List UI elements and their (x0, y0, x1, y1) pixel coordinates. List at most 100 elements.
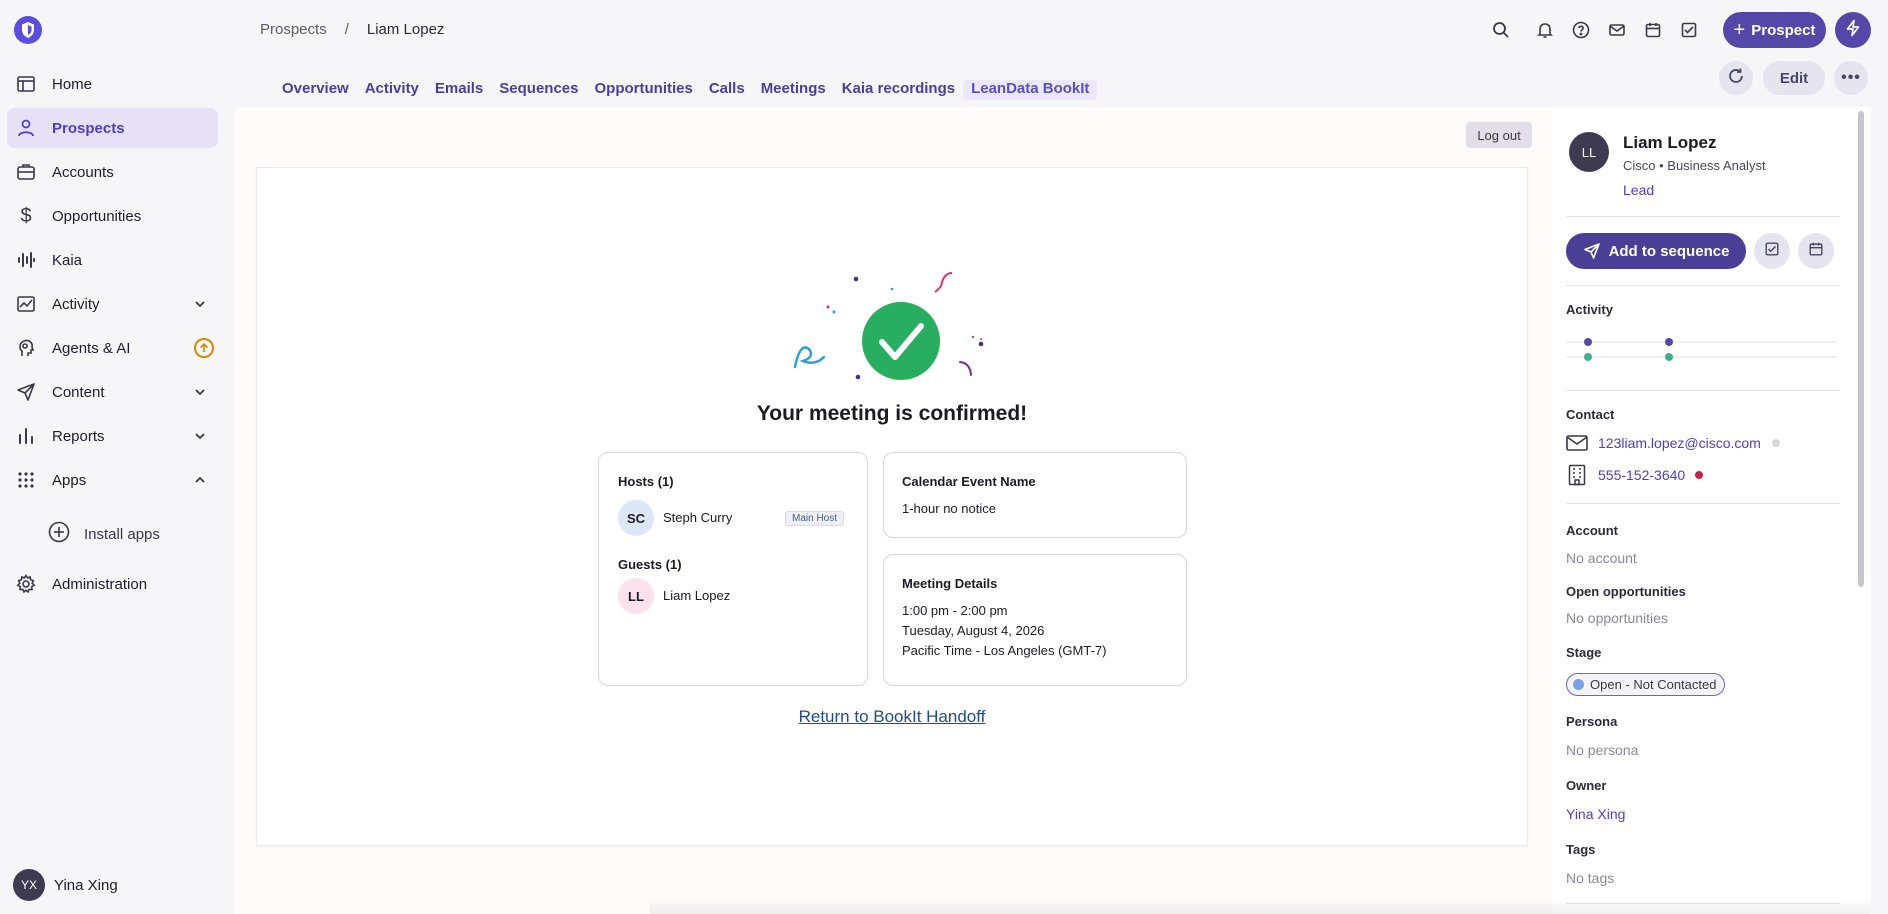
opportunities-label: Open opportunities (1566, 584, 1686, 599)
account-label: Account (1566, 523, 1618, 538)
bolt-icon (1844, 19, 1862, 42)
logout-button[interactable]: Log out (1466, 122, 1532, 148)
tags-label: Tags (1566, 842, 1596, 857)
sidebar-item-reports[interactable]: Reports (7, 416, 218, 456)
bottom-shadow (650, 898, 1871, 914)
add-to-sequence-button[interactable]: Add to sequence (1566, 233, 1746, 269)
sidebar-item-content[interactable]: Content (7, 372, 218, 412)
success-check-icon (793, 272, 984, 380)
event-name: 1-hour no notice (902, 501, 996, 516)
sidebar-item-label: Content (52, 383, 105, 401)
owner-link[interactable]: Yina Xing (1566, 806, 1625, 822)
breadcrumb-parent[interactable]: Prospects (260, 21, 327, 38)
install-apps-button[interactable]: Install apps (48, 521, 160, 547)
refresh-icon (1727, 67, 1745, 89)
divider (1566, 503, 1840, 504)
mail-icon[interactable] (1606, 19, 1628, 41)
meeting-timezone: Pacific Time - Los Angeles (GMT-7) (902, 643, 1107, 658)
send-icon (1583, 242, 1601, 260)
tab-sequences[interactable]: Sequences (491, 80, 586, 100)
more-button[interactable]: ••• (1834, 61, 1868, 95)
divider (1566, 390, 1840, 391)
breadcrumb-current: Liam Lopez (366, 21, 445, 38)
person-icon (15, 117, 37, 139)
plus-circle-icon (48, 521, 70, 547)
building-icon (1568, 464, 1586, 491)
task-button[interactable] (1754, 233, 1790, 269)
tab-activity[interactable]: Activity (357, 80, 427, 100)
activity-timeline (1566, 338, 1836, 361)
briefcase-icon (15, 161, 37, 183)
plus-icon: + (1733, 18, 1746, 41)
search-icon[interactable] (1490, 19, 1512, 41)
edit-button[interactable]: Edit (1763, 61, 1825, 95)
tab-emails[interactable]: Emails (427, 80, 491, 100)
tab-calls[interactable]: Calls (701, 80, 753, 100)
sidebar-item-home[interactable]: Home (7, 64, 218, 104)
sidebar-item-agents-ai[interactable]: Agents & AI (7, 328, 218, 368)
waveform-icon (15, 249, 37, 271)
sidebar-item-accounts[interactable]: Accounts (7, 152, 218, 192)
tab-leandata-bookit[interactable]: LeanData BookIt (963, 80, 1098, 100)
sidebar-item-label: Apps (52, 471, 87, 489)
contact-label: Contact (1566, 407, 1615, 422)
tab-overview[interactable]: Overview (274, 80, 357, 100)
calendar-event-card (883, 452, 1187, 538)
calendar-icon[interactable] (1642, 19, 1664, 41)
task-icon (1764, 241, 1780, 262)
grid-icon (15, 469, 37, 491)
help-icon[interactable] (1570, 19, 1592, 41)
sidebar-item-administration[interactable]: Administration (7, 564, 218, 604)
stage-label: Stage (1566, 645, 1602, 660)
quick-action-button[interactable] (1835, 12, 1871, 48)
home-icon (15, 73, 37, 95)
app-logo-icon[interactable] (14, 16, 42, 44)
sidebar-item-apps[interactable]: Apps (7, 460, 218, 500)
agents-icon (15, 337, 37, 359)
divider (1566, 285, 1840, 286)
persona-value: No persona (1566, 742, 1639, 758)
sidebar-item-label: Kaia (52, 251, 83, 269)
chevron-down-icon[interactable] (192, 296, 208, 312)
phone-link[interactable]: 555-152-3640 (1598, 467, 1685, 483)
sidebar-item-label: Accounts (52, 163, 114, 181)
return-to-bookit-link[interactable]: Return to BookIt Handoff (750, 707, 1034, 727)
main-host-badge: Main Host (785, 511, 845, 526)
sidebar-item-kaia[interactable]: Kaia (7, 240, 218, 280)
breadcrumb-separator: / (344, 21, 349, 38)
sidebar-item-opportunities[interactable]: $ Opportunities (7, 196, 218, 236)
sidebar-item-prospects[interactable]: Prospects (7, 108, 218, 148)
sidebar-item-label: Activity (52, 295, 100, 313)
stage-dot (1573, 679, 1584, 690)
owner-label: Owner (1566, 778, 1607, 793)
account-value: No account (1566, 550, 1637, 566)
chevron-up-icon[interactable] (192, 472, 208, 488)
scrollbar[interactable] (1858, 111, 1864, 587)
meeting-details-card (883, 554, 1187, 686)
calendar-icon (1808, 241, 1824, 262)
opportunities-value: No opportunities (1566, 610, 1668, 626)
sidebar-item-activity[interactable]: Activity (7, 284, 218, 324)
sidebar-item-label: Reports (52, 427, 105, 445)
prospect-subtitle: Cisco • Business Analyst (1623, 158, 1766, 173)
activity-label: Activity (1566, 302, 1613, 317)
add-prospect-button[interactable]: + Prospect (1723, 12, 1826, 48)
phone-status-dot (1695, 471, 1703, 479)
schedule-button[interactable] (1798, 233, 1834, 269)
stage-value: Open - Not Contacted (1590, 677, 1717, 692)
bell-icon[interactable] (1534, 19, 1556, 41)
current-user[interactable]: YX Yina Xing (13, 869, 118, 901)
prospect-type-link[interactable]: Lead (1623, 182, 1654, 198)
prospect-tabs: Overview Activity Emails Sequences Oppor… (274, 80, 1098, 100)
stage-badge[interactable]: Open - Not Contacted (1566, 673, 1726, 696)
dollar-icon: $ (20, 204, 32, 227)
task-icon[interactable] (1678, 19, 1700, 41)
tab-opportunities[interactable]: Opportunities (587, 80, 701, 100)
tab-meetings[interactable]: Meetings (753, 80, 834, 100)
chevron-down-icon[interactable] (192, 384, 208, 400)
tab-kaia-recordings[interactable]: Kaia recordings (834, 80, 963, 100)
chevron-down-icon[interactable] (192, 428, 208, 444)
refresh-button[interactable] (1719, 61, 1753, 95)
add-to-sequence-label: Add to sequence (1608, 242, 1730, 260)
email-link[interactable]: 123liam.lopez@cisco.com (1598, 435, 1761, 451)
